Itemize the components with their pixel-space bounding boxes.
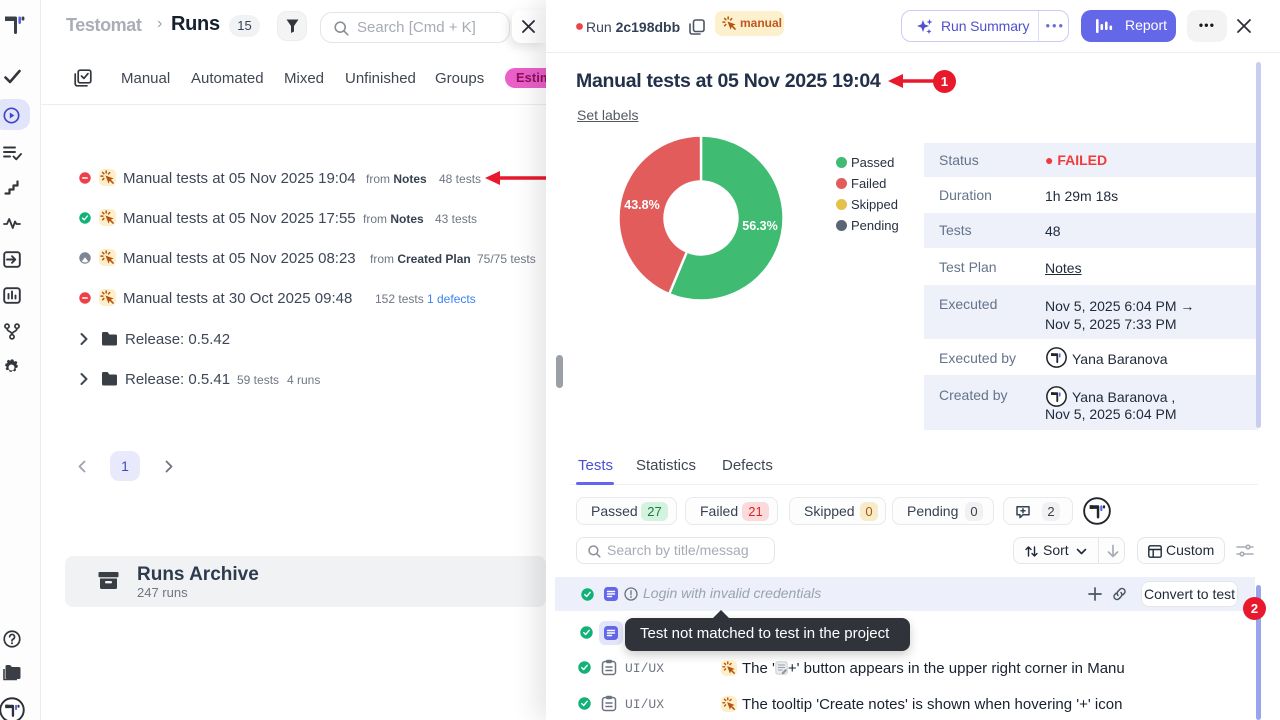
svg-text:56.3%: 56.3% bbox=[742, 219, 777, 233]
svg-text:43.8%: 43.8% bbox=[624, 198, 659, 212]
